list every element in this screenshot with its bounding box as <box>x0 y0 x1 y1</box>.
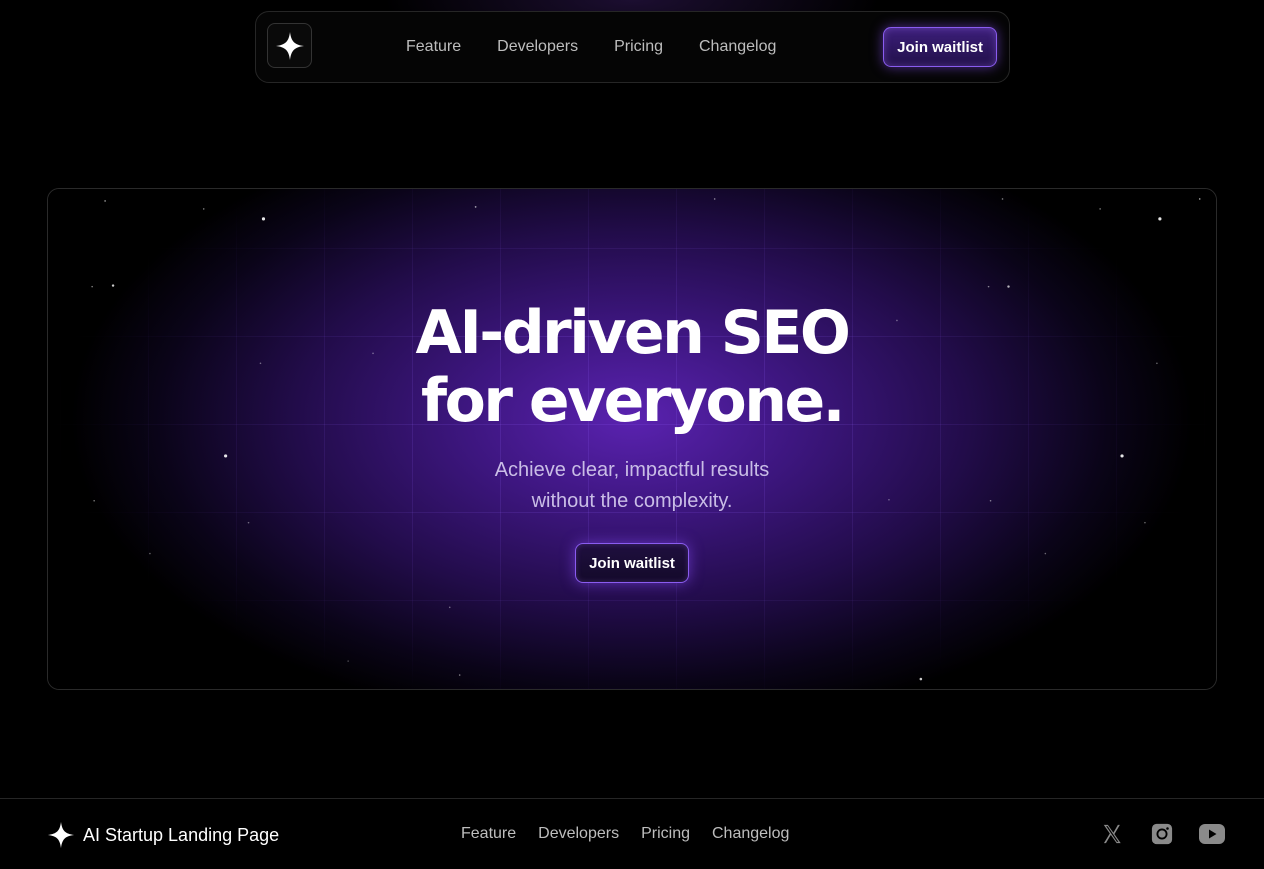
sparkle-icon <box>275 31 304 60</box>
nav-pricing-link[interactable]: Pricing <box>614 38 663 56</box>
youtube-icon[interactable] <box>1196 821 1228 847</box>
hero-subtitle-line-1: Achieve clear, impactful results <box>494 459 770 481</box>
hero-title-line-1: AI-driven SEO <box>415 298 851 368</box>
footer-pricing-link[interactable]: Pricing <box>641 825 690 843</box>
footer-developers-link[interactable]: Developers <box>538 825 619 843</box>
footer-brand-name: AI Startup Landing Page <box>83 824 280 845</box>
top-navbar: Feature Developers Pricing Changelog Joi… <box>255 11 1010 83</box>
header-nav: Feature Developers Pricing Changelog <box>406 12 776 82</box>
nav-feature-link[interactable]: Feature <box>406 38 461 56</box>
instagram-icon[interactable] <box>1146 821 1178 847</box>
footer-changelog-link[interactable]: Changelog <box>712 825 789 843</box>
footer-nav: Feature Developers Pricing Changelog <box>461 799 789 869</box>
footer: AI Startup Landing Page Feature Develope… <box>0 798 1264 867</box>
header-join-waitlist-button[interactable]: Join waitlist <box>883 27 997 67</box>
x-twitter-icon[interactable] <box>1096 821 1128 847</box>
footer-social-links <box>1096 821 1228 847</box>
hero-section: AI-driven SEO for everyone. Achieve clea… <box>47 188 1217 690</box>
sparkle-icon <box>47 821 75 849</box>
hero-title-line-2: for everyone. <box>421 366 845 436</box>
footer-brand[interactable]: AI Startup Landing Page <box>47 821 279 849</box>
nav-developers-link[interactable]: Developers <box>497 38 578 56</box>
hero-content: AI-driven SEO for everyone. Achieve clea… <box>48 299 1216 583</box>
hero-title: AI-driven SEO for everyone. <box>48 299 1216 435</box>
hero-join-waitlist-button[interactable]: Join waitlist <box>575 543 689 583</box>
hero-subtitle: Achieve clear, impactful results without… <box>48 455 1216 517</box>
footer-feature-link[interactable]: Feature <box>461 825 516 843</box>
nav-changelog-link[interactable]: Changelog <box>699 38 776 56</box>
hero-subtitle-line-2: without the complexity. <box>531 490 733 512</box>
logo-button[interactable] <box>267 23 312 68</box>
